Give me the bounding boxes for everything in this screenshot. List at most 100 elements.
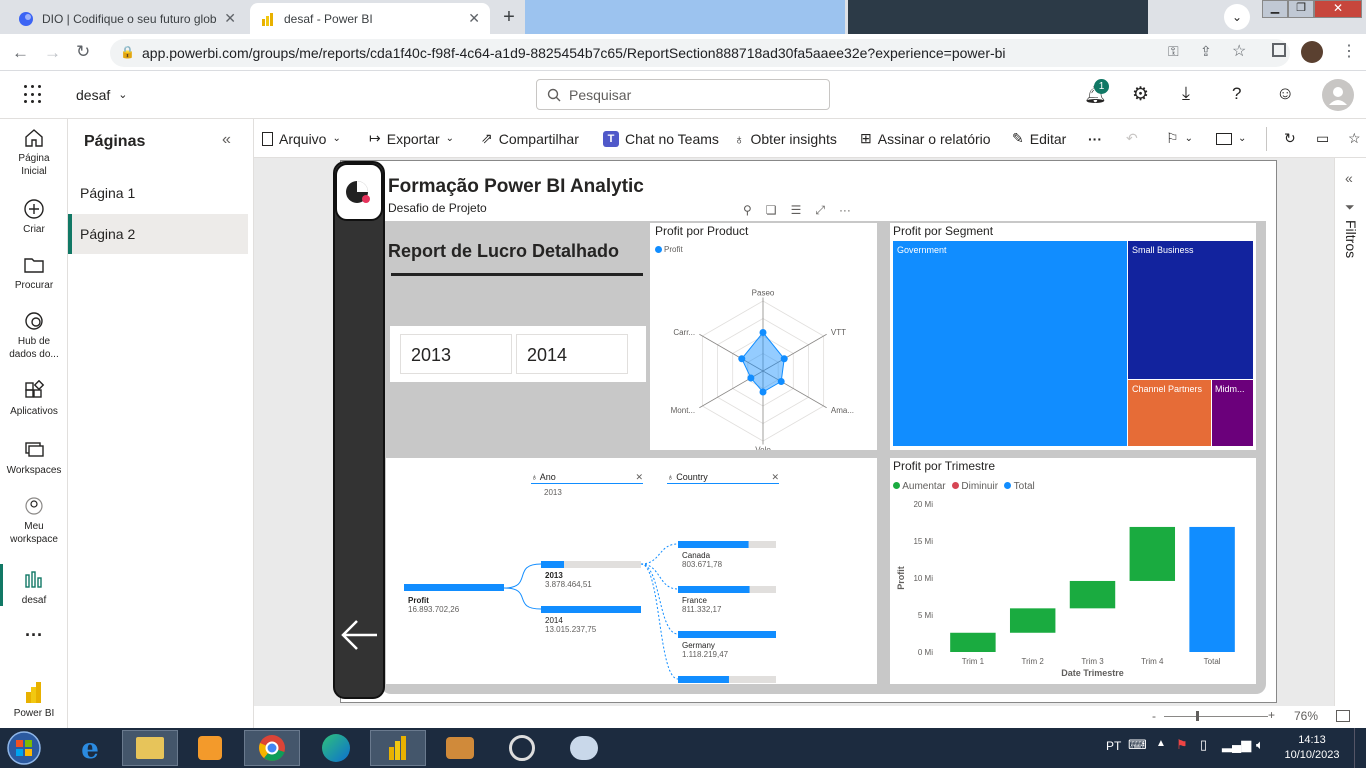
zoom-in-button[interactable]: + [1268, 708, 1275, 722]
waterfall-bar [1009, 608, 1056, 633]
app-taskbar-icon[interactable] [432, 730, 488, 766]
nav-create[interactable]: Criar [0, 198, 68, 236]
ie-taskbar-icon[interactable]: e [62, 730, 118, 766]
view-menu[interactable]: ⌄ [1216, 119, 1246, 158]
zoom-slider[interactable] [1164, 716, 1268, 717]
fit-to-page-icon[interactable] [1336, 710, 1350, 722]
obter-insights-button[interactable]: ♁ Obter insights [734, 119, 837, 158]
decomp-country-value: 811.332,17 [682, 605, 722, 614]
year-button-2013[interactable]: 2013 [400, 334, 512, 374]
windows-taskbar: e PT ⌨ ▲ ⚑ ▯ ▂▄▆ 🔈︎ 14:13 10/10/2023 [0, 728, 1366, 768]
page-tab-1[interactable]: Página 1 [68, 173, 248, 213]
reload-icon[interactable]: ↻ [76, 42, 90, 62]
close-tab-icon[interactable]: ✕ [224, 10, 236, 27]
favorite-star-icon[interactable]: ☆ [1348, 119, 1361, 158]
chrome-taskbar-icon[interactable] [244, 730, 300, 766]
nav-apps[interactable]: Aplicativos [0, 380, 68, 418]
treemap-small-business[interactable]: Small Business [1128, 241, 1253, 379]
filters-pane-collapsed[interactable]: « ⏷ Filtros [1334, 158, 1366, 706]
download-icon[interactable]: ⤓ [1182, 83, 1190, 104]
nav-home[interactable]: Página Inicial [0, 127, 68, 178]
nav-browse[interactable]: Procurar [0, 254, 68, 292]
browser-tab-powerbi[interactable]: desaf - Power BI ✕ [250, 3, 490, 34]
keyboard-icon[interactable]: ⌨ [1128, 737, 1147, 753]
decomp-country-value: 803.671,78 [682, 560, 723, 569]
waterfall-chart: 0 Mi 5 Mi 10 Mi 15 Mi 20 Mi Profit Trim 1 Trim … [896, 500, 1235, 678]
powerbi-taskbar-icon[interactable] [370, 730, 426, 766]
tray-expand-icon[interactable]: ▲ [1156, 738, 1166, 749]
paint-taskbar-icon[interactable] [556, 730, 612, 766]
pin-icon[interactable]: ⚲ [743, 203, 752, 218]
new-tab-button[interactable]: + [496, 6, 522, 30]
language-indicator[interactable]: PT [1106, 739, 1121, 753]
editar-button[interactable]: ✎ Editar [1012, 119, 1066, 158]
media-player-taskbar-icon[interactable] [182, 730, 238, 766]
bookmark-menu[interactable]: ⚐ ⌄ [1166, 119, 1193, 158]
decomp-year-label: 2013 [545, 571, 563, 580]
start-button[interactable] [4, 729, 44, 767]
show-desktop-button[interactable] [1354, 728, 1366, 768]
battery-icon[interactable]: ▯ [1200, 737, 1207, 753]
volume-icon[interactable]: 🔈︎ [1256, 737, 1264, 753]
clock[interactable]: 14:13 10/10/2023 [1280, 733, 1344, 763]
copy-icon[interactable]: ❏ [766, 203, 777, 218]
bookmark-star-icon[interactable]: ☆ [1232, 41, 1246, 61]
more-options-icon[interactable]: ··· [1088, 119, 1102, 158]
comment-icon[interactable]: ▭ [1316, 119, 1329, 158]
feedback-smiley-icon[interactable]: ☺ [1276, 83, 1294, 104]
chevron-down-icon[interactable]: ⌄ [1224, 4, 1250, 30]
maximize-icon[interactable]: ❐ [1288, 0, 1314, 18]
close-window-icon[interactable]: ✕ [1314, 0, 1362, 18]
year-button-2014[interactable]: 2014 [516, 334, 628, 374]
nav-label: Workspaces [6, 465, 62, 476]
refresh-icon[interactable]: ↻ [1284, 119, 1296, 158]
focus-mode-icon[interactable]: ⤢ [815, 203, 825, 218]
nav-desaf-report[interactable]: desaf [0, 569, 68, 607]
search-input[interactable]: Pesquisar [536, 79, 830, 110]
profile-avatar[interactable] [1301, 41, 1323, 63]
page-tab-2[interactable]: Página 2 [68, 214, 248, 254]
nav-my-workspace[interactable]: Meu workspace [0, 495, 68, 546]
y-tick-label: 5 Mi [918, 611, 933, 620]
help-icon[interactable]: ? [1232, 84, 1241, 104]
decomp-connector [503, 587, 542, 610]
back-arrow-icon[interactable]: ← [12, 43, 29, 63]
browser-tab-dio[interactable]: DIO | Codifique o seu futuro glob ✕ [8, 3, 246, 34]
back-arrow-button[interactable] [335, 611, 383, 659]
filter-icon[interactable]: ☰ [791, 203, 802, 218]
nav-powerbi-home[interactable]: Power BI [0, 680, 68, 720]
edge-taskbar-icon[interactable] [308, 730, 364, 766]
treemap-government[interactable]: Government [893, 241, 1127, 446]
collapse-pane-icon[interactable]: « [222, 131, 231, 149]
flag-icon[interactable]: ⚑ [1176, 737, 1188, 753]
expand-pane-icon[interactable]: « [1345, 170, 1353, 186]
nav-data-hub[interactable]: Hub de dados do... [0, 310, 68, 361]
share-icon[interactable]: ⇪ [1200, 43, 1212, 60]
treemap-channel-partners[interactable]: Channel Partners [1128, 380, 1211, 446]
explorer-taskbar-icon[interactable] [122, 730, 178, 766]
settings-gear-icon[interactable]: ⚙ [1132, 83, 1149, 106]
assinar-button[interactable]: ⊞ Assinar o relatório [860, 119, 991, 158]
minimize-icon[interactable]: ▁ [1262, 0, 1288, 18]
forward-arrow-icon[interactable]: → [44, 43, 61, 63]
compartilhar-button[interactable]: ⇗ Compartilhar [481, 119, 579, 158]
zoom-out-button[interactable]: - [1152, 709, 1156, 723]
user-avatar[interactable] [1322, 79, 1354, 111]
app-taskbar-icon-2[interactable] [494, 730, 550, 766]
sidepanel-icon[interactable] [1272, 43, 1286, 57]
more-options-icon[interactable]: ··· [0, 626, 68, 644]
close-tab-icon[interactable]: ✕ [468, 10, 480, 27]
more-options-icon[interactable]: ··· [839, 203, 851, 218]
app-launcher-icon[interactable] [24, 85, 44, 105]
zoom-slider-thumb[interactable] [1196, 711, 1199, 721]
treemap-midmarket[interactable]: Midm... [1212, 380, 1253, 446]
exportar-menu[interactable]: ↦ Exportar ⌄ [369, 119, 454, 158]
url-omnibox[interactable]: 🔒 app.powerbi.com/groups/me/reports/cda1… [110, 39, 1290, 67]
browser-menu-icon[interactable]: ⋮ [1341, 41, 1357, 61]
nav-workspaces[interactable]: Workspaces [0, 439, 68, 477]
workspace-breadcrumb[interactable]: desaf ⌄ [76, 87, 127, 103]
key-icon[interactable]: ⚿ [1168, 43, 1179, 60]
arquivo-menu[interactable]: Arquivo ⌄ [262, 119, 341, 158]
signal-icon[interactable]: ▂▄▆ [1222, 737, 1251, 753]
chat-teams-button[interactable]: T Chat no Teams [603, 119, 719, 158]
